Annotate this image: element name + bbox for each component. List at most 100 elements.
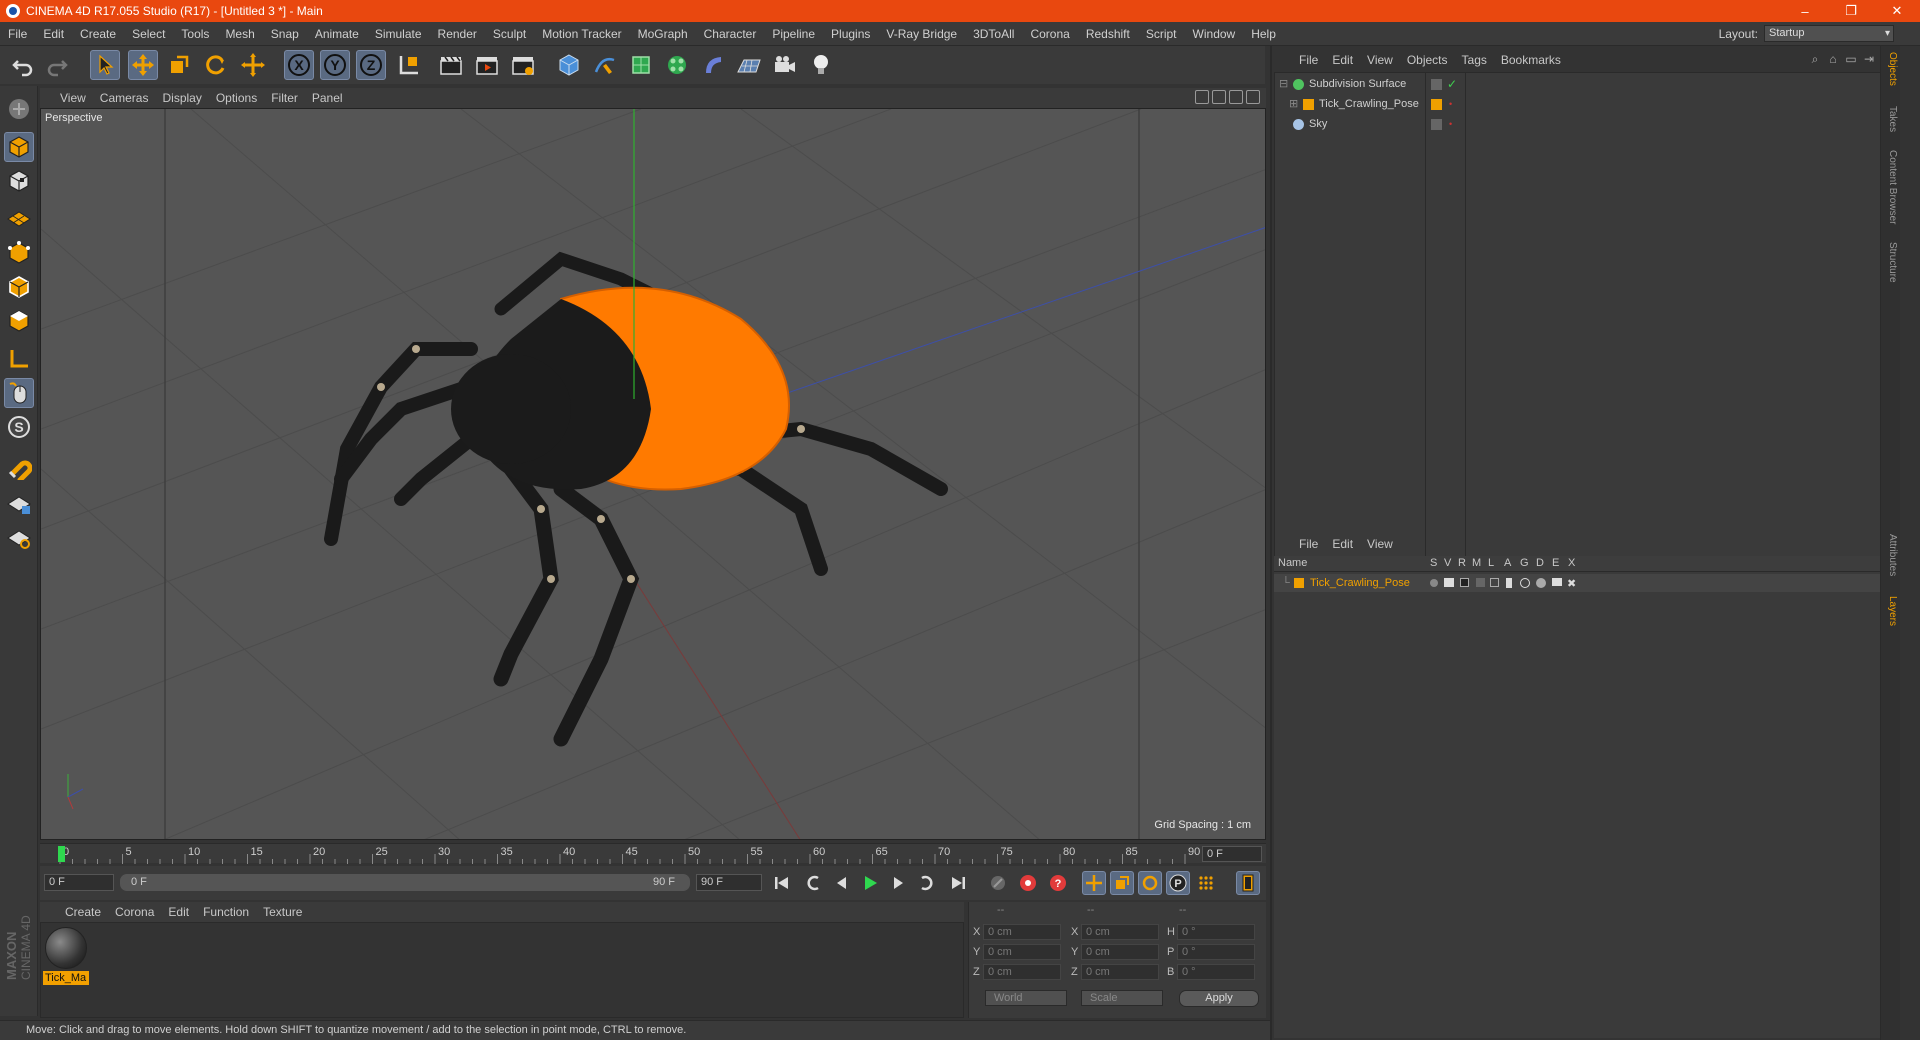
menu-help[interactable]: Help <box>1243 27 1284 41</box>
enable-axis-button[interactable] <box>4 344 34 374</box>
light-object-button[interactable] <box>806 50 836 80</box>
layer-col-r[interactable]: R <box>1458 557 1466 569</box>
timeline-ruler[interactable]: 0 5 10 15 20 25 30 35 40 45 50 55 60 65 70 75 80 85 90 0 F <box>40 843 1266 864</box>
material-name-label[interactable]: Tick_Ma <box>43 971 89 985</box>
xref-icon[interactable]: ✖ <box>1567 575 1576 593</box>
key-position-button[interactable] <box>1082 871 1106 895</box>
record-active-objects-button[interactable] <box>1016 871 1040 895</box>
menu-script[interactable]: Script <box>1138 27 1185 41</box>
menu-mesh[interactable]: Mesh <box>217 27 262 41</box>
minimize-panel-icon[interactable]: ▭ <box>1844 52 1858 66</box>
rotate-tool-button[interactable] <box>200 50 230 80</box>
next-frame-button[interactable] <box>886 871 910 895</box>
tab-structure[interactable]: Structure <box>1884 242 1898 283</box>
y-axis-lock-button[interactable]: Y <box>320 50 350 80</box>
menu-redshift[interactable]: Redshift <box>1078 27 1138 41</box>
viewport-menu-display[interactable]: Display <box>155 91 208 105</box>
key-parameter-button[interactable]: P <box>1166 871 1190 895</box>
object-menu-objects[interactable]: Objects <box>1400 53 1455 67</box>
view-eye-icon[interactable] <box>1444 578 1454 587</box>
toggle-layout-icon[interactable] <box>1246 90 1260 104</box>
autokeying-button[interactable]: ? <box>1046 871 1070 895</box>
x-axis-lock-button[interactable]: X <box>284 50 314 80</box>
object-menu-bookmarks[interactable]: Bookmarks <box>1494 53 1568 67</box>
tab-objects[interactable]: Objects <box>1884 52 1898 86</box>
move-tool-button[interactable] <box>128 50 158 80</box>
deformers-icon[interactable] <box>1536 578 1546 588</box>
tab-takes[interactable]: Takes <box>1884 106 1898 132</box>
size-x-field[interactable]: 0 cm <box>1081 924 1159 940</box>
tab-attributes[interactable]: Attributes <box>1884 534 1898 576</box>
material-menu-function[interactable]: Function <box>196 905 256 919</box>
transform-tool-button[interactable] <box>238 50 268 80</box>
enabled-check-icon[interactable]: ✓ <box>1447 75 1457 94</box>
current-frame-field[interactable]: 0 F <box>1202 846 1262 862</box>
layer-color-swatch[interactable] <box>1294 578 1304 588</box>
subdivision-generator-button[interactable] <box>626 50 656 80</box>
edges-mode-button[interactable] <box>4 272 34 302</box>
texture-mode-button[interactable] <box>4 166 34 196</box>
solo-button[interactable]: S <box>4 412 34 442</box>
search-icon[interactable]: ⌕ <box>1808 52 1822 66</box>
expressions-icon[interactable] <box>1552 578 1562 586</box>
redo-button[interactable] <box>42 50 72 80</box>
zoom-view-icon[interactable] <box>1212 90 1226 104</box>
layer-menu-edit[interactable]: Edit <box>1325 537 1360 551</box>
object-row-tick-crawling-pose[interactable]: ⊞ Tick_Crawling_Pose • <box>1275 95 1899 114</box>
make-editable-button[interactable] <box>4 94 34 124</box>
go-to-end-button[interactable] <box>946 871 970 895</box>
layer-indicator-icon[interactable] <box>1431 79 1442 90</box>
menu-file[interactable]: File <box>0 27 35 41</box>
play-button[interactable] <box>858 871 882 895</box>
record-keys-button[interactable] <box>986 871 1010 895</box>
timeline-window-button[interactable] <box>1236 871 1260 895</box>
solo-toggle-icon[interactable] <box>1430 579 1438 587</box>
position-y-field[interactable]: 0 cm <box>983 944 1061 960</box>
undo-button[interactable] <box>8 50 38 80</box>
perspective-viewport[interactable]: Perspective Grid Spacing : 1 cm <box>40 108 1266 840</box>
camera-object-button[interactable] <box>770 50 800 80</box>
end-frame-field[interactable]: 90 F <box>696 874 762 891</box>
menu-pipeline[interactable]: Pipeline <box>764 27 823 41</box>
menu-create[interactable]: Create <box>72 27 124 41</box>
menu-vray-bridge[interactable]: V-Ray Bridge <box>878 27 965 41</box>
menu-select[interactable]: Select <box>124 27 173 41</box>
planar-workplane-button[interactable] <box>4 522 34 552</box>
layer-color-icon[interactable] <box>1431 99 1442 110</box>
material-menu-texture[interactable]: Texture <box>256 905 309 919</box>
scale-tool-button[interactable] <box>164 50 194 80</box>
playhead[interactable] <box>58 846 65 862</box>
start-frame-field[interactable]: 0 F <box>44 874 114 891</box>
layer-col-e[interactable]: E <box>1552 557 1559 569</box>
menu-simulate[interactable]: Simulate <box>367 27 430 41</box>
layer-name[interactable]: Tick_Crawling_Pose <box>1310 574 1410 592</box>
size-y-field[interactable]: 0 cm <box>1081 944 1159 960</box>
viewport-menu-options[interactable]: Options <box>209 91 264 105</box>
coordinate-space-dropdown[interactable]: World <box>985 990 1067 1006</box>
maximize-button[interactable]: ❐ <box>1828 0 1874 22</box>
preview-range-slider[interactable]: 0 F 90 F <box>120 874 690 891</box>
layer-indicator-icon[interactable] <box>1431 119 1442 130</box>
material-thumbnail[interactable] <box>45 927 87 969</box>
home-icon[interactable]: ⌂ <box>1826 52 1840 66</box>
layer-col-g[interactable]: G <box>1520 557 1529 569</box>
expand-toggle-icon[interactable]: ⊞ <box>1289 95 1298 114</box>
viewport-menu-view[interactable]: View <box>40 91 93 105</box>
layer-menu-file[interactable]: File <box>1292 537 1325 551</box>
layer-row-tick-crawling-pose[interactable]: └ Tick_Crawling_Pose ✖ <box>1274 574 1900 592</box>
layer-menu-view[interactable]: View <box>1360 537 1400 551</box>
key-scale-button[interactable] <box>1110 871 1134 895</box>
viewport-menu-panel[interactable]: Panel <box>305 91 350 105</box>
collapse-toggle-icon[interactable]: ⊟ <box>1279 75 1288 94</box>
viewport-menu-filter[interactable]: Filter <box>264 91 305 105</box>
object-row-sky[interactable]: Sky • <box>1275 115 1899 134</box>
render-view-button[interactable] <box>436 50 466 80</box>
lock-icon[interactable] <box>1490 578 1499 587</box>
live-selection-button[interactable] <box>90 50 120 80</box>
material-menu-corona[interactable]: Corona <box>108 905 161 919</box>
menu-render[interactable]: Render <box>430 27 485 41</box>
cloner-button[interactable] <box>662 50 692 80</box>
layer-col-name[interactable]: Name <box>1278 557 1307 569</box>
layer-col-s[interactable]: S <box>1430 557 1437 569</box>
menu-3dtoall[interactable]: 3DToAll <box>965 27 1022 41</box>
